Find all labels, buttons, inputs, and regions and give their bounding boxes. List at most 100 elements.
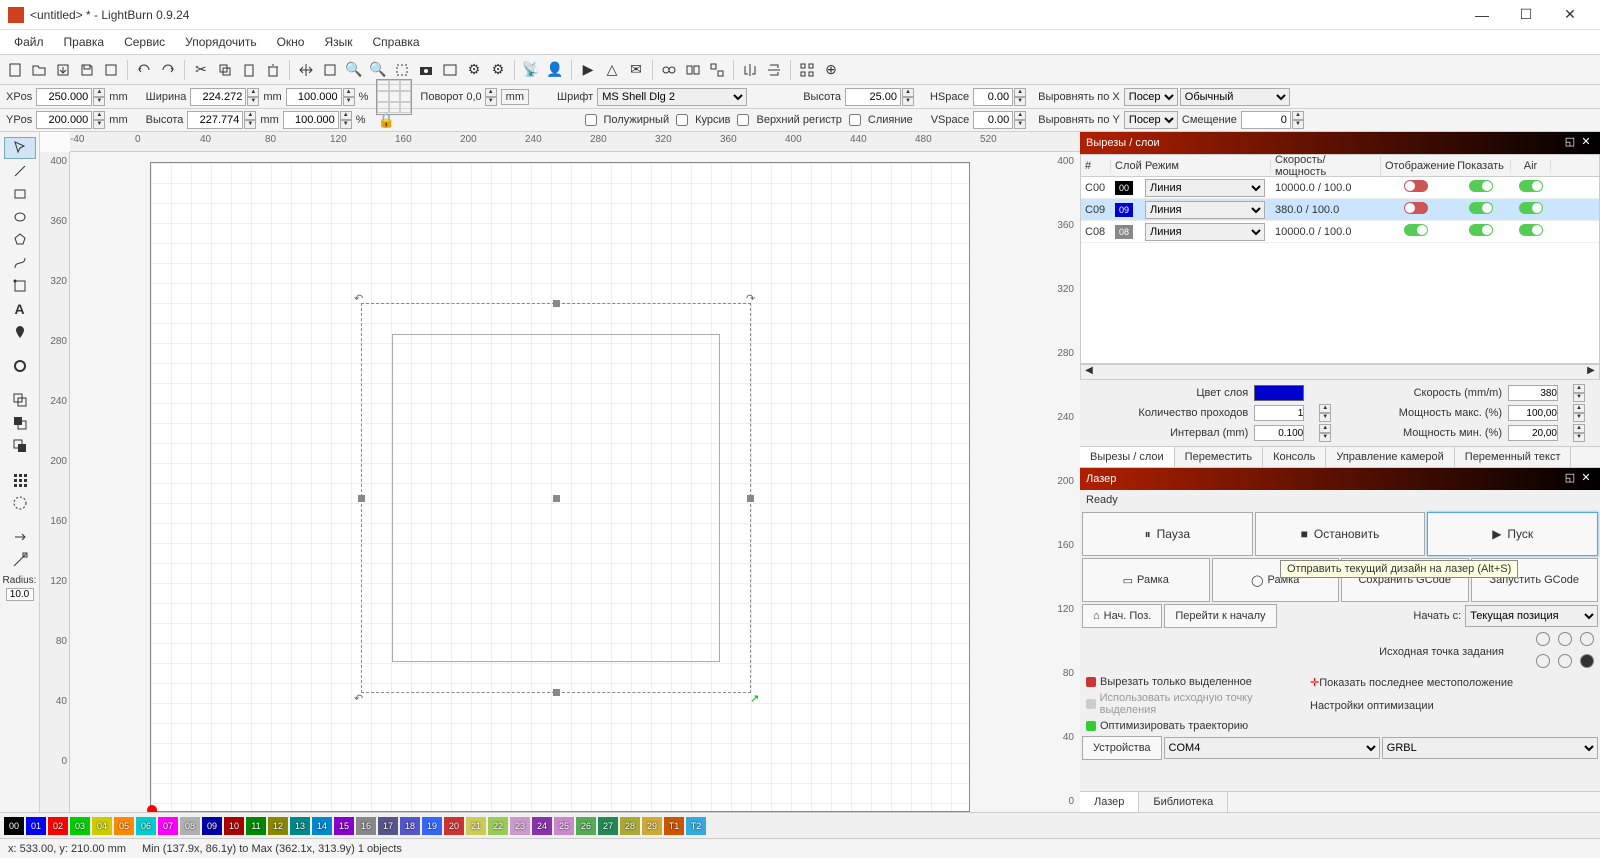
xpos-spinner[interactable]: ▲▼ <box>93 88 105 106</box>
select-tool-icon[interactable] <box>4 137 36 159</box>
air-toggle[interactable] <box>1519 180 1543 192</box>
devices-button[interactable]: Устройства <box>1082 736 1162 760</box>
palette-color[interactable]: 14 <box>312 817 332 835</box>
palette-color[interactable]: 09 <box>202 817 222 835</box>
mode-select[interactable]: Линия <box>1145 223 1265 241</box>
boolean-intersect-icon[interactable] <box>4 435 36 457</box>
offset-spinner[interactable]: ▲▼ <box>1292 111 1304 129</box>
width-pct-spinner[interactable]: ▲▼ <box>343 88 355 106</box>
offset-input[interactable] <box>1241 111 1291 129</box>
port-select[interactable]: COM4 <box>1164 737 1380 759</box>
trace-icon[interactable]: 📡 <box>520 59 542 81</box>
palette-color[interactable]: 21 <box>466 817 486 835</box>
palette-color[interactable]: 17 <box>378 817 398 835</box>
palette-color[interactable]: 10 <box>224 817 244 835</box>
palette-color[interactable]: 27 <box>598 817 618 835</box>
user-icon[interactable]: 👤 <box>544 59 566 81</box>
group-icon[interactable] <box>658 59 680 81</box>
canvas[interactable]: ↶ ↷ ↶ ↗ 40036032028024020016012080400 <box>70 152 1080 812</box>
cutsel-label[interactable]: Вырезать только выделенное <box>1100 676 1252 688</box>
cuts-scroll[interactable]: ◀▶ <box>1080 364 1600 380</box>
open-icon[interactable] <box>28 59 50 81</box>
menu-window[interactable]: Окно <box>267 32 315 52</box>
palette-color[interactable]: 11 <box>246 817 266 835</box>
array-icon[interactable] <box>796 59 818 81</box>
height-pct-spinner[interactable]: ▲▼ <box>340 111 352 129</box>
send-icon[interactable]: ✉ <box>625 59 647 81</box>
pmax-input[interactable] <box>1508 405 1558 421</box>
menu-file[interactable]: Файл <box>4 32 54 52</box>
undo-icon[interactable] <box>133 59 155 81</box>
import-icon[interactable] <box>52 59 74 81</box>
palette-color[interactable]: 25 <box>554 817 574 835</box>
table-row[interactable]: C09 09 Линия 380.0 / 100.0 <box>1081 199 1599 221</box>
palette-color[interactable]: 06 <box>136 817 156 835</box>
copy-icon[interactable] <box>214 59 236 81</box>
save-icon[interactable] <box>76 59 98 81</box>
menu-edit[interactable]: Правка <box>54 32 115 52</box>
palette-color[interactable]: 26 <box>576 817 596 835</box>
mode-select[interactable]: Линия <box>1145 201 1265 219</box>
hspace-spinner[interactable]: ▲▼ <box>1014 88 1026 106</box>
minimize-button[interactable]: — <box>1460 0 1504 30</box>
palette-color[interactable]: 29 <box>642 817 662 835</box>
palette-color[interactable]: 01 <box>26 817 46 835</box>
radius-input[interactable] <box>6 588 34 601</box>
pmin-spinner[interactable]: ▲▼ <box>1573 424 1594 442</box>
zoom-fit-icon[interactable] <box>319 59 341 81</box>
zoom-selection-icon[interactable] <box>391 59 413 81</box>
selection-box[interactable]: ↶ ↷ ↶ ↗ <box>361 303 751 693</box>
tab-laser[interactable]: Лазер <box>1080 792 1139 812</box>
palette-color[interactable]: T1 <box>664 817 684 835</box>
align-icon[interactable] <box>706 59 728 81</box>
canvas-area[interactable]: -400408012016020024028032036040044048052… <box>40 132 1080 812</box>
show-toggle[interactable] <box>1469 202 1493 214</box>
tab-camera[interactable]: Управление камерой <box>1326 447 1454 467</box>
fheight-input[interactable] <box>845 88 901 106</box>
palette-color[interactable]: 19 <box>422 817 442 835</box>
ypos-input[interactable] <box>36 111 92 129</box>
xpos-input[interactable] <box>36 88 92 106</box>
tab-cuts[interactable]: Вырезы / слои <box>1080 447 1175 467</box>
alignx-select[interactable]: Посере <box>1124 88 1178 106</box>
width-pct-input[interactable] <box>286 88 342 106</box>
offset-tool-icon[interactable] <box>4 355 36 377</box>
triangle-icon[interactable]: △ <box>601 59 623 81</box>
tab-move[interactable]: Переместить <box>1175 447 1263 467</box>
vspace-spinner[interactable]: ▲▼ <box>1014 111 1026 129</box>
pause-button[interactable]: ⏸Пауза <box>1082 512 1253 556</box>
font-select[interactable]: MS Shell Dlg 2 <box>597 88 747 106</box>
interval-spinner[interactable]: ▲▼ <box>1319 424 1340 442</box>
lock-icon[interactable]: 🔒 <box>376 109 398 131</box>
zoom-out-icon[interactable]: 🔍 <box>367 59 389 81</box>
menu-help[interactable]: Справка <box>363 32 430 52</box>
edit-start-icon[interactable] <box>4 526 36 548</box>
panel-close-icon[interactable]: ✕ <box>1578 135 1594 151</box>
origin-grid[interactable] <box>1536 632 1598 672</box>
palette-color[interactable]: 08 <box>180 817 200 835</box>
passes-spinner[interactable]: ▲▼ <box>1319 404 1340 422</box>
palette-color[interactable]: 18 <box>400 817 420 835</box>
palette-color[interactable]: 28 <box>620 817 640 835</box>
width-input[interactable] <box>190 88 246 106</box>
height-spinner[interactable]: ▲▼ <box>244 111 256 129</box>
ypos-spinner[interactable]: ▲▼ <box>93 111 105 129</box>
width-spinner[interactable]: ▲▼ <box>247 88 259 106</box>
preview-icon[interactable] <box>439 59 461 81</box>
zoom-in-icon[interactable]: 🔍 <box>343 59 365 81</box>
interval-input[interactable] <box>1254 425 1304 441</box>
line-tool-icon[interactable] <box>4 160 36 182</box>
palette-color[interactable]: 16 <box>356 817 376 835</box>
hspace-input[interactable] <box>973 88 1013 106</box>
panel-undock-icon[interactable]: ◱ <box>1562 135 1578 151</box>
boolean-diff-icon[interactable] <box>4 412 36 434</box>
palette-color[interactable]: 15 <box>334 817 354 835</box>
cut-icon[interactable]: ✂ <box>190 59 212 81</box>
palette-color[interactable]: 05 <box>114 817 134 835</box>
palette-color[interactable]: 07 <box>158 817 178 835</box>
path-tool-icon[interactable] <box>4 252 36 274</box>
pmax-spinner[interactable]: ▲▼ <box>1573 404 1594 422</box>
fheight-spinner[interactable]: ▲▼ <box>902 88 914 106</box>
tab-console[interactable]: Консоль <box>1263 447 1326 467</box>
palette-color[interactable]: 20 <box>444 817 464 835</box>
